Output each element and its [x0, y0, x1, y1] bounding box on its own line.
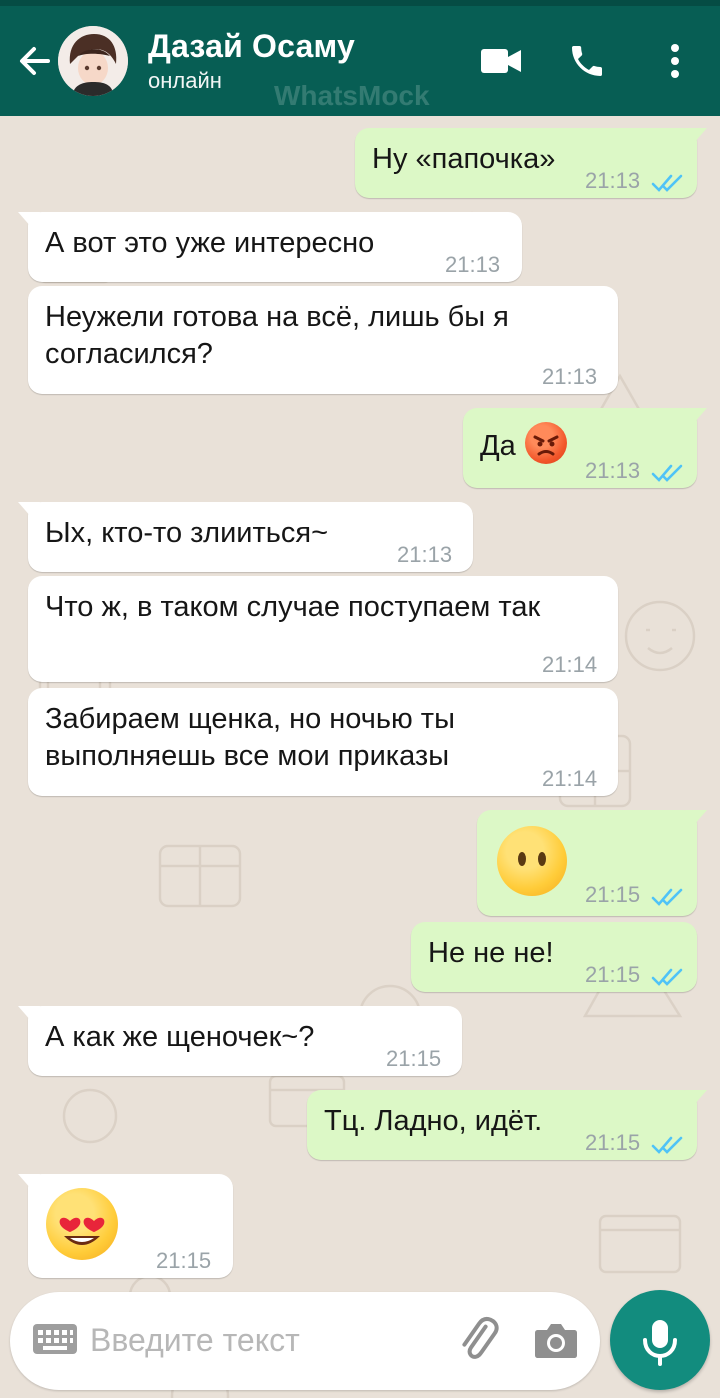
message-time: 21:13: [585, 458, 641, 483]
message-time: 21:14: [542, 652, 598, 677]
chat-header: Дазай Осаму онлайн WhatsMock: [0, 0, 720, 116]
message-time: 21:14: [542, 766, 598, 791]
message-text: Да: [480, 430, 516, 462]
read-ticks-icon: [651, 1136, 683, 1154]
camera-icon[interactable]: [534, 1320, 578, 1365]
message-bubble[interactable]: Ых, кто-то злииться~ 21:13: [18, 502, 473, 572]
read-ticks-icon: [651, 464, 683, 482]
message-text: Неужели готова на всё, лишь бы я согласи…: [45, 301, 509, 370]
message-text: Ых, кто-то злииться~: [45, 517, 329, 549]
message-bubble[interactable]: 21:15: [477, 810, 707, 916]
heart-eyes-face-emoji-icon: [46, 1188, 118, 1260]
message-text: А как же щеночек~?: [45, 1021, 315, 1053]
microphone-icon: [643, 1320, 677, 1366]
message-bubble[interactable]: Что ж, в таком случае поступаем так 21:1…: [28, 576, 618, 682]
status-bar-strip: [0, 0, 720, 6]
message-bubble[interactable]: Не не не! 21:15: [411, 922, 697, 992]
message-time: 21:13: [542, 364, 598, 389]
message-time: 21:13: [397, 542, 453, 567]
message-time: 21:13: [445, 252, 501, 277]
message-time: 21:15: [386, 1046, 442, 1071]
attach-icon[interactable]: [454, 1316, 504, 1371]
more-vertical-icon[interactable]: [652, 38, 698, 84]
message-text: А вот это уже интересно: [45, 227, 375, 259]
message-time: 21:15: [585, 962, 641, 987]
message-bubble[interactable]: 21:15: [18, 1174, 233, 1278]
contact-status: онлайн: [148, 68, 222, 93]
message-bubble[interactable]: Неужели готова на всё, лишь бы я согласи…: [28, 286, 618, 394]
watermark: WhatsMock: [274, 80, 430, 111]
chat-area[interactable]: Ну «папочка» 21:13 А вот это уже интерес…: [0, 116, 720, 1398]
message-text: Забираем щенка, но ночью ты выполняешь в…: [45, 703, 455, 772]
face-without-mouth-emoji-icon: [497, 826, 567, 896]
message-text: Тц. Ладно, идёт.: [324, 1105, 543, 1137]
message-bubble[interactable]: Забираем щенка, но ночью ты выполняешь в…: [28, 688, 618, 796]
phone-icon[interactable]: [564, 38, 610, 84]
video-call-icon[interactable]: [478, 38, 524, 84]
message-bubble[interactable]: Тц. Ладно, идёт. 21:15: [307, 1090, 707, 1160]
read-ticks-icon: [651, 174, 683, 192]
angry-face-emoji-icon: [525, 422, 567, 464]
message-input-placeholder[interactable]: Введите текст: [90, 1322, 300, 1359]
message-bubble[interactable]: А вот это уже интересно 21:13: [18, 212, 522, 282]
read-ticks-icon: [651, 888, 683, 906]
message-time: 21:15: [156, 1248, 212, 1273]
read-ticks-icon: [651, 968, 683, 986]
avatar[interactable]: [58, 26, 128, 96]
back-arrow-icon[interactable]: [14, 40, 56, 82]
message-text: Не не не!: [428, 937, 554, 969]
message-input-bar[interactable]: Введите текст: [10, 1292, 600, 1390]
message-text: Что ж, в таком случае поступаем так: [45, 591, 541, 623]
message-bubble[interactable]: Да 21:13: [463, 408, 707, 488]
keyboard-icon[interactable]: [32, 1323, 78, 1362]
message-bubble[interactable]: А как же щеночек~? 21:15: [18, 1006, 462, 1076]
voice-record-button[interactable]: [610, 1290, 710, 1390]
message-text: Ну «папочка»: [372, 143, 556, 175]
message-bubble[interactable]: Ну «папочка» 21:13: [355, 128, 707, 198]
message-time: 21:13: [585, 168, 641, 193]
message-time: 21:15: [585, 882, 641, 907]
contact-name[interactable]: Дазай Осаму: [148, 28, 355, 65]
message-time: 21:15: [585, 1130, 641, 1155]
